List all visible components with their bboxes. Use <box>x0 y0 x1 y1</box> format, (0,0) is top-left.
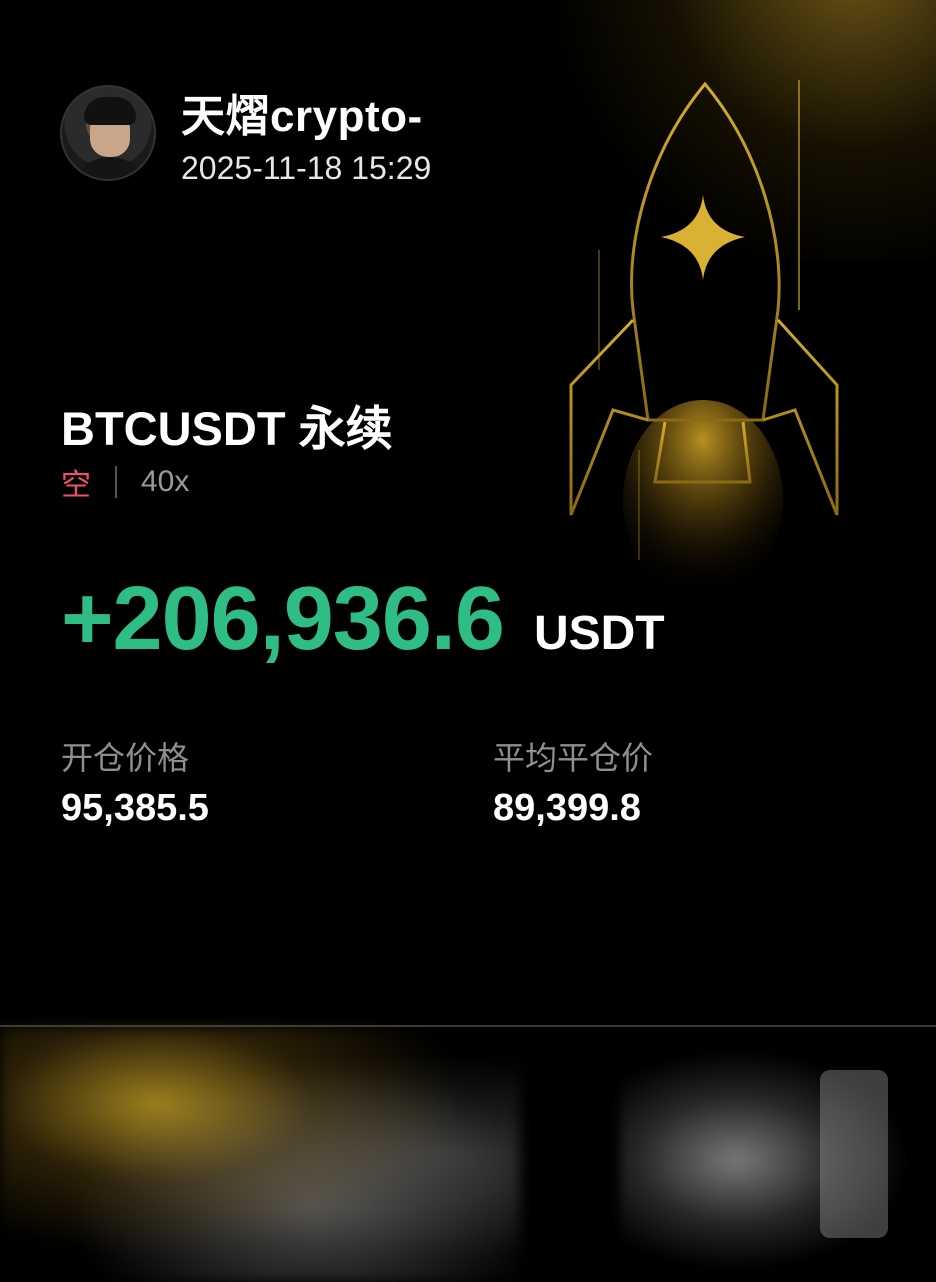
blurred-footer-image <box>0 1027 520 1282</box>
close-price-value: 89,399.8 <box>493 787 641 829</box>
leverage: 40x <box>141 465 190 498</box>
avatar-shirt <box>70 157 150 179</box>
position-meta: 空 40x <box>61 460 189 504</box>
divider-vertical <box>115 466 117 498</box>
rocket-icon <box>569 80 839 600</box>
username: 天熠crypto- <box>181 92 423 141</box>
pnl-value: +206,936.6 <box>61 569 505 669</box>
entry-price-value: 95,385.5 <box>61 787 209 829</box>
pnl-unit: USDT <box>533 607 665 660</box>
avatar-hair <box>84 97 136 125</box>
trading-pair: BTCUSDT 永续 <box>61 402 393 455</box>
entry-price-label: 开仓价格 <box>61 740 190 776</box>
post-timestamp: 2025-11-18 15:29 <box>181 150 432 186</box>
blurred-qr-code <box>820 1070 888 1238</box>
position-side: 空 <box>61 469 91 502</box>
close-price-label: 平均平仓价 <box>493 740 654 776</box>
pnl-display: +206,936.6 USDT <box>61 568 665 671</box>
avatar[interactable] <box>60 85 156 181</box>
